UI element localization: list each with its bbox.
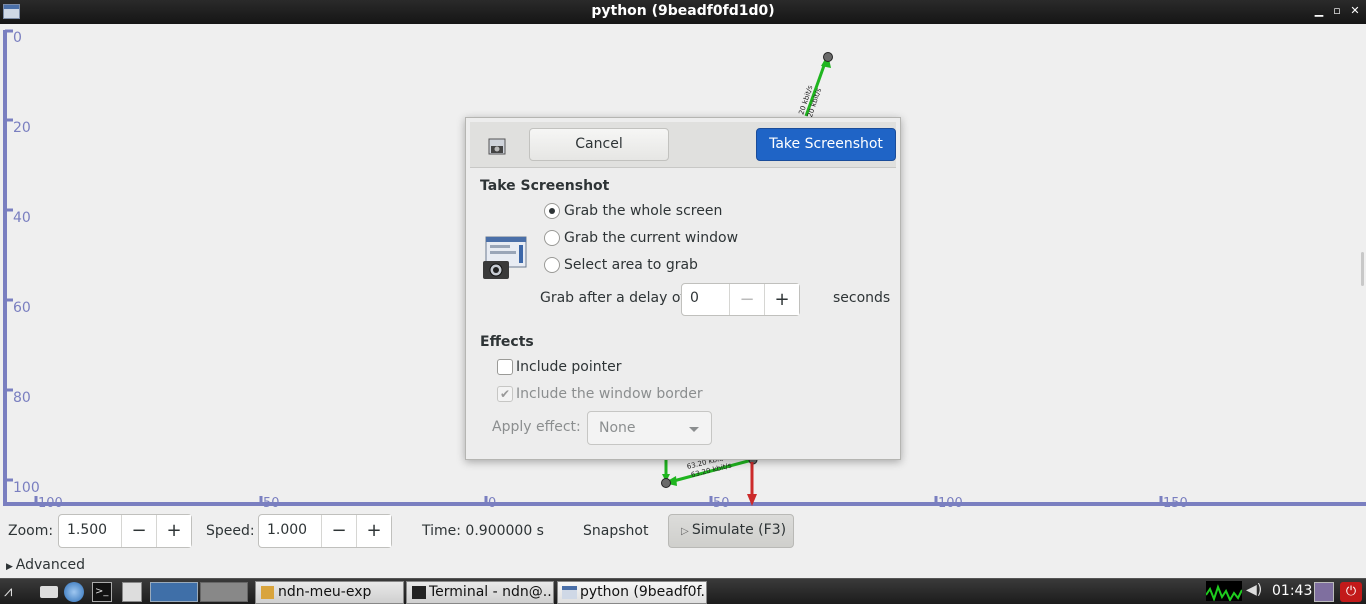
camera-window-icon [483,236,527,279]
start-menu-icon[interactable]: ⩘ [4,582,32,602]
minimize-icon[interactable]: ▁ [1311,2,1327,20]
screenshot-app-icon [488,138,506,155]
network-node [661,478,671,488]
x-tick-label: 0 [488,496,496,508]
window-icon [562,586,577,599]
simulate-button[interactable]: ▷ Simulate (F3) [668,514,794,548]
speed-label: Speed: [206,523,255,539]
snapshot-button[interactable]: Snapshot [583,523,648,539]
delay-input[interactable]: 0 [682,284,729,315]
canvas-scrollbar[interactable] [1361,252,1364,286]
x-tick-label: 100 [938,496,963,508]
window-titlebar: python (9beadf0fd1d0) ▁ ▫ ✕ [0,0,1366,24]
y-tick-label: 40 [13,210,31,226]
expander-arrow-icon: ▶ [6,562,16,572]
network-node [823,52,833,62]
include-border-label: Include the window border [516,386,703,402]
task-label: ndn-meu-exp [278,584,372,600]
time-readout: Time: 0.900000 s [422,523,544,539]
y-tick-label: 100 [13,480,40,496]
chevron-down-icon [689,427,699,432]
advanced-label: Advanced [15,557,85,573]
volume-icon[interactable]: ◀) [1246,582,1266,602]
window-title: python (9beadf0fd1d0) [591,3,775,19]
task-terminal[interactable]: Terminal - ndn@... [406,581,554,604]
include-border-checkbox[interactable]: ✔ [497,386,513,402]
simulate-label: Simulate (F3) [691,522,787,538]
dialog-header: Cancel Take Screenshot [470,122,896,168]
take-screenshot-button[interactable]: Take Screenshot [756,128,896,161]
option-whole-screen-label[interactable]: Grab the whole screen [564,203,722,219]
speed-increase-button[interactable]: + [356,515,391,547]
delay-spinner[interactable]: 0 − + [681,283,800,316]
x-tick-label: 150 [1163,496,1188,508]
y-tick-label: 60 [13,300,31,316]
include-pointer-checkbox[interactable] [497,359,513,375]
effects-title: Effects [480,334,534,350]
folder-icon [261,586,274,599]
y-tick-label: 20 [13,120,31,136]
close-icon[interactable]: ✕ [1347,2,1363,20]
terminal-icon [412,586,426,599]
task-ndn-meu-exp[interactable]: ndn-meu-exp [255,581,404,604]
zoom-input[interactable]: 1.500 [59,515,121,547]
speed-decrease-button[interactable]: − [321,515,356,547]
y-tick-label: 0 [13,30,22,46]
delay-label: Grab after a delay of [540,290,686,306]
play-icon: ▷ [681,526,692,537]
include-pointer-label[interactable]: Include pointer [516,359,622,375]
simulation-controls: Zoom: 1.500 − + Speed: 1.000 − + Time: 0… [0,508,1366,578]
speed-input[interactable]: 1.000 [259,515,321,547]
link-label-top: 20 kbit/s 20 kbit/s [797,84,823,118]
section-title: Take Screenshot [480,178,610,194]
zoom-spinner[interactable]: 1.500 − + [58,514,192,548]
window-switcher-icon[interactable] [122,582,142,602]
taskbar: ⩘ >_ ndn-meu-exp Terminal - ndn@... pyth… [0,578,1366,604]
x-tick-label: 100 [38,496,63,508]
zoom-decrease-button[interactable]: − [121,515,156,547]
y-tick-label: 80 [13,390,31,406]
zoom-increase-button[interactable]: + [156,515,191,547]
radio-select-area[interactable] [544,257,560,273]
apply-effect-value: None [599,420,636,436]
radio-whole-screen[interactable] [544,203,560,219]
terminal-launcher-icon[interactable]: >_ [92,582,112,602]
option-select-area-label[interactable]: Select area to grab [564,257,698,273]
delay-decrease-button[interactable]: − [729,284,764,315]
task-label: Terminal - ndn@... [429,584,554,600]
delay-increase-button[interactable]: + [764,284,799,315]
radio-current-window[interactable] [544,230,560,246]
browser-icon[interactable] [64,582,84,602]
delay-unit: seconds [833,290,891,306]
option-current-window-label[interactable]: Grab the current window [564,230,738,246]
maximize-icon[interactable]: ▫ [1329,2,1345,20]
apply-effect-select[interactable]: None [587,411,712,445]
workspace-1[interactable] [150,582,198,602]
zoom-label: Zoom: [8,523,54,539]
clock[interactable]: 01:43 [1272,583,1312,599]
apply-effect-label: Apply effect: [492,419,581,435]
lock-screen-icon[interactable] [1314,582,1334,602]
speed-spinner[interactable]: 1.000 − + [258,514,392,548]
x-tick-label: 50 [713,496,730,508]
task-label: python (9beadf0f... [580,584,707,600]
workspace-2[interactable] [200,582,248,602]
show-desktop-icon[interactable] [40,586,58,598]
advanced-expander[interactable]: ▶ Advanced [6,557,85,573]
x-tick-label: 50 [263,496,280,508]
cancel-button[interactable]: Cancel [529,128,669,161]
task-python[interactable]: python (9beadf0f... [557,581,707,604]
screenshot-dialog: Cancel Take Screenshot Take Screenshot G… [465,117,901,460]
power-icon[interactable]: ⏻ [1340,582,1362,602]
cpu-monitor-icon [1206,581,1242,601]
